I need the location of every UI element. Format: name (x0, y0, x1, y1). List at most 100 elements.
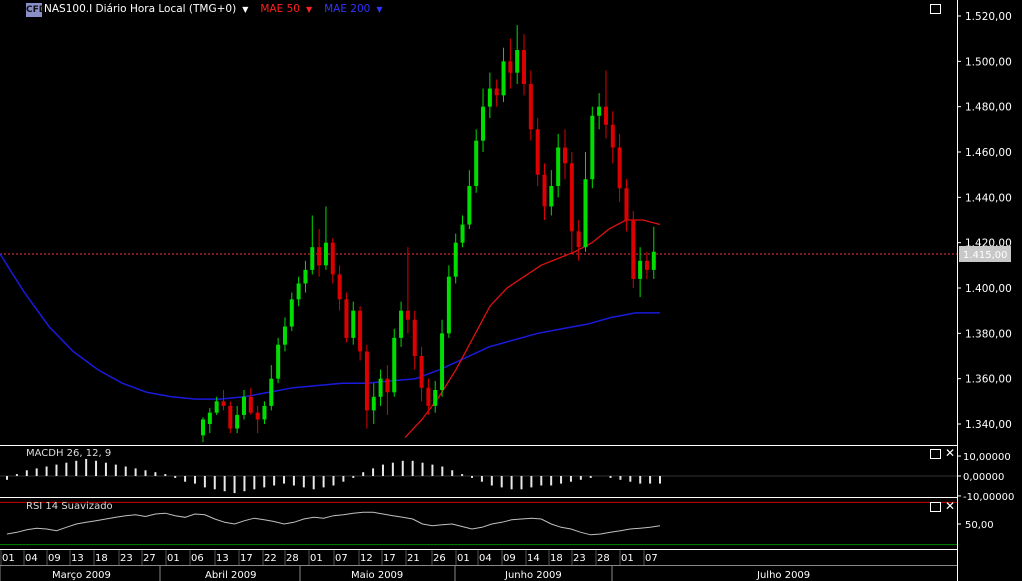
day-label: 07 (645, 553, 658, 564)
candle-body (556, 147, 561, 186)
day-label: 21 (407, 553, 420, 564)
macd-tick-label: -10,00000 (963, 492, 1014, 503)
day-label: 04 (25, 553, 38, 564)
macd-histogram-layer (0, 458, 957, 494)
candle-body (207, 412, 212, 424)
day-label: 12 (360, 553, 373, 564)
candle-body (344, 299, 349, 338)
rsi-tick-label: 50,00 (965, 520, 994, 531)
day-label: 17 (240, 553, 253, 564)
month-label: Julho 2009 (756, 570, 810, 581)
rsi-line (6, 511, 661, 536)
day-label: 22 (264, 553, 277, 564)
candle-body (638, 260, 643, 279)
grid-layer (0, 0, 958, 581)
candle-body (228, 405, 233, 429)
candle-body (644, 260, 649, 270)
candle-body (289, 299, 294, 327)
candle-body (542, 174, 547, 207)
mae50-line (404, 219, 661, 439)
candle-body (651, 251, 656, 270)
day-label: 14 (527, 553, 540, 564)
day-label: 01 (310, 553, 323, 564)
y-tick-label: 1.520,00 (965, 11, 1012, 23)
day-label: 23 (573, 553, 586, 564)
cfd-logo: CFD (26, 3, 47, 17)
axis-layer: 1.520,00 1.500,00 1.480,00 1.460,00 1.440,00… (0, 11, 1014, 581)
mae200-label[interactable]: MAE 200 (324, 3, 370, 15)
candle-body (330, 242, 335, 275)
candle-body (255, 412, 260, 420)
chart-header: NAS100.I Diário Hora Local (TMG+0) ▼ MAE… (44, 3, 383, 15)
candle-body (419, 356, 424, 388)
candle-body (528, 84, 533, 130)
rsi-line-layer (0, 501, 957, 546)
mae50-label[interactable]: MAE 50 (260, 3, 300, 15)
symbol-dropdown-icon[interactable]: ▼ (242, 5, 248, 14)
macd-tick-label: 0,00000 (963, 472, 1004, 483)
candle-body (501, 61, 506, 96)
day-label: 07 (335, 553, 348, 564)
candle-body (522, 50, 527, 84)
day-label: 28 (286, 553, 299, 564)
candle-body (351, 310, 356, 338)
close-rsi-icon[interactable]: ✕ (945, 500, 955, 512)
candle-body (440, 333, 445, 390)
candle-body (385, 378, 390, 393)
candle-body (597, 106, 602, 116)
macd-tick-label: 10,00000 (963, 452, 1011, 463)
candle-body (392, 337, 397, 393)
candle-body (569, 163, 574, 232)
candle-body (358, 310, 363, 352)
y-tick-label: 1.340,00 (965, 419, 1012, 431)
maximize-main-icon[interactable] (930, 4, 941, 14)
month-label: Junho 2009 (504, 570, 562, 581)
candle-body (446, 276, 451, 334)
day-label: 04 (479, 553, 492, 564)
maximize-rsi-icon[interactable] (930, 502, 941, 512)
candle-body (269, 378, 274, 406)
mae50-dropdown-icon[interactable]: ▼ (306, 5, 312, 14)
candle-body (576, 231, 581, 248)
candle-body (426, 387, 431, 406)
maximize-macd-icon[interactable] (930, 449, 941, 459)
day-label: 01 (621, 553, 634, 564)
day-label: 01 (167, 553, 180, 564)
candle-body (610, 124, 615, 148)
y-tick-label: 1.440,00 (965, 192, 1012, 204)
day-label: 18 (95, 553, 108, 564)
candle-body (453, 242, 458, 277)
current-price-label: 1.415,00 (963, 250, 1008, 261)
candle-body (460, 224, 465, 243)
candle-body (603, 106, 608, 125)
candle-body (583, 179, 588, 248)
candle-body (590, 115, 595, 180)
y-tick-label: 1.380,00 (965, 328, 1012, 340)
candle-body (337, 274, 342, 300)
mae200-dropdown-icon[interactable]: ▼ (376, 5, 382, 14)
candles-layer (201, 25, 656, 443)
candle-body (562, 147, 567, 164)
chart-canvas: 1.520,00 1.500,00 1.480,00 1.460,00 1.440,00… (0, 0, 1014, 581)
mae200-line (0, 253, 660, 400)
day-label: 26 (433, 553, 446, 564)
candle-body (481, 106, 486, 141)
y-tick-label: 1.460,00 (965, 147, 1012, 159)
mae200-line-layer (0, 253, 660, 400)
rsi-label: RSI 14 Suavizado (26, 501, 113, 512)
close-macd-icon[interactable]: ✕ (945, 447, 955, 459)
day-label: 13 (71, 553, 84, 564)
candle-body (248, 396, 253, 413)
candle-body (282, 326, 287, 345)
candle-body (323, 242, 328, 266)
candle-body (474, 140, 479, 186)
candle-body (310, 247, 315, 270)
candle-body (399, 310, 404, 338)
candle-body (364, 351, 369, 411)
day-label: 28 (597, 553, 610, 564)
macd-label: MACDH 26, 12, 9 (26, 448, 112, 459)
candle-body (508, 61, 513, 73)
candle-body (371, 396, 376, 411)
candle-body (262, 405, 267, 420)
candle-body (631, 220, 636, 279)
